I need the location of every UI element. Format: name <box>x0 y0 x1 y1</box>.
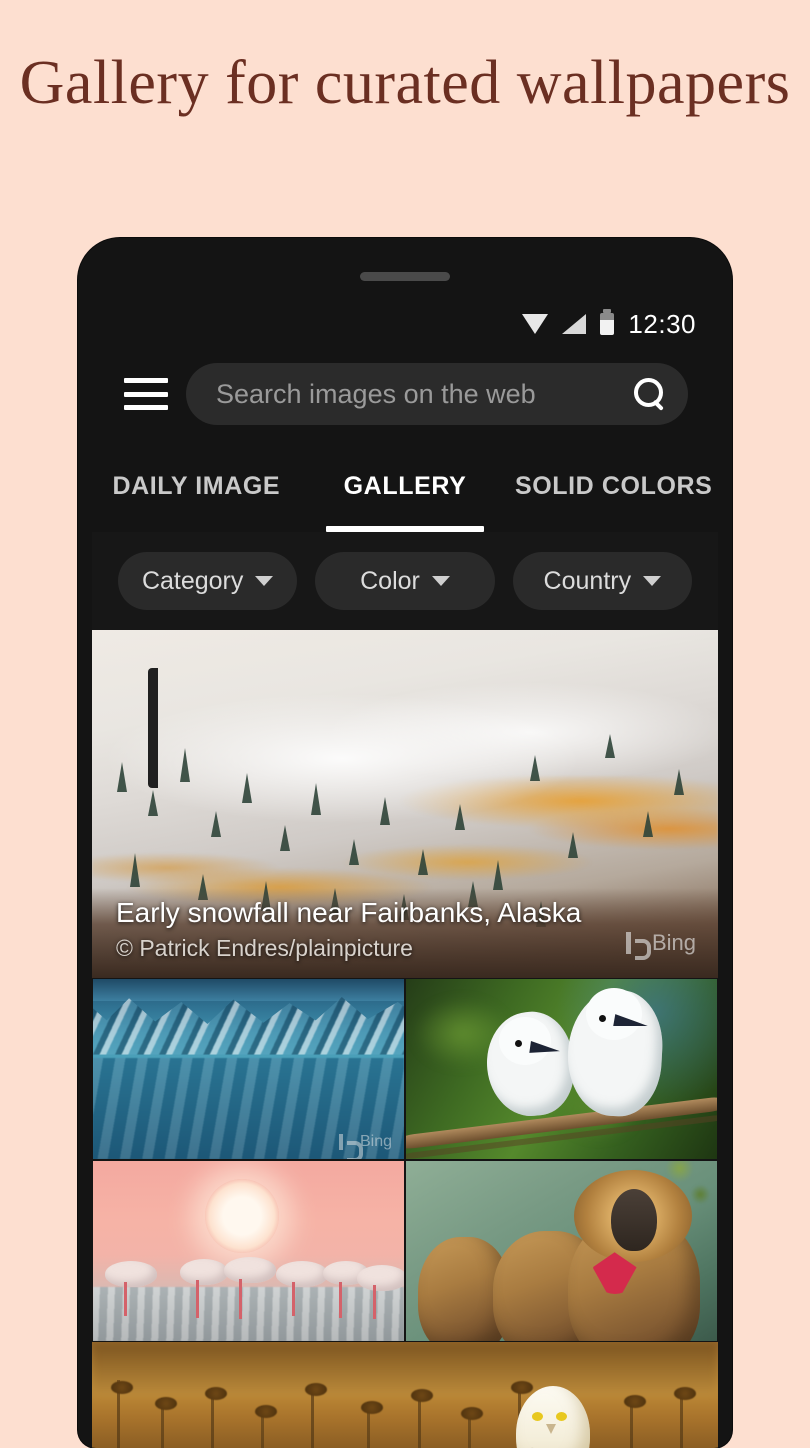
bing-watermark-label: Bing <box>651 930 696 955</box>
gallery-item-snowy-owl[interactable] <box>92 1342 718 1448</box>
earpiece-speaker <box>360 272 450 281</box>
gallery-row: Bing <box>92 978 718 1160</box>
filter-chip-country[interactable]: Country <box>512 552 692 610</box>
chip-label: Category <box>141 566 244 595</box>
hamburger-menu-icon[interactable] <box>124 378 168 410</box>
tab-solid-colors[interactable]: SOLID COLORS <box>509 440 718 532</box>
chevron-down-icon <box>255 576 274 586</box>
search-placeholder: Search images on the web <box>216 378 536 409</box>
bing-logo-icon <box>338 1134 363 1159</box>
status-bar-clock: 12:30 <box>628 308 696 339</box>
tab-gallery[interactable]: GALLERY <box>301 440 510 532</box>
owl-background-blur <box>92 1342 718 1396</box>
filter-chip-row: Category Color Country <box>92 532 718 630</box>
flamingos-image <box>93 1161 404 1341</box>
phone-mockup: 12:30 Search images on the web DAILY IMA… <box>78 238 732 1448</box>
chip-label: Country <box>543 566 632 595</box>
gallery-item-flamingos[interactable] <box>92 1160 405 1342</box>
gallery-item-glacier[interactable]: Bing <box>92 978 405 1160</box>
search-input[interactable]: Search images on the web <box>186 363 688 425</box>
app-bar: Search images on the web <box>92 348 718 440</box>
filter-chip-category[interactable]: Category <box>118 552 298 610</box>
bing-watermark: Bing <box>625 930 696 960</box>
gallery-item-geladas[interactable] <box>405 1160 718 1342</box>
hero-caption: Early snowfall near Fairbanks, Alaska © … <box>92 897 718 978</box>
status-bar: 12:30 <box>92 300 718 348</box>
battery-icon <box>600 309 615 335</box>
chip-label: Color <box>360 566 420 595</box>
gallery-row <box>92 1160 718 1342</box>
geladas-image <box>406 1161 717 1341</box>
glacier-image <box>93 979 404 1159</box>
hero-title: Early snowfall near Fairbanks, Alaska <box>116 897 582 928</box>
tab-label: SOLID COLORS <box>514 471 713 500</box>
chevron-down-icon <box>431 576 450 586</box>
search-icon[interactable] <box>632 377 666 411</box>
gallery-hero-item[interactable]: Early snowfall near Fairbanks, Alaska © … <box>92 630 718 978</box>
phone-screen: 12:30 Search images on the web DAILY IMA… <box>92 300 718 1448</box>
page-title: Gallery for curated wallpapers <box>19 49 791 117</box>
bing-watermark: Bing <box>338 1133 392 1159</box>
tab-daily-image[interactable]: DAILY IMAGE <box>92 440 301 532</box>
chevron-down-icon <box>643 576 662 586</box>
gallery-list: Early snowfall near Fairbanks, Alaska © … <box>92 630 718 1448</box>
cellular-signal-icon <box>562 314 587 334</box>
gallery-item-terns[interactable] <box>405 978 718 1160</box>
volume-button[interactable] <box>148 668 158 788</box>
wifi-icon <box>522 314 549 334</box>
bing-logo-icon <box>625 932 651 960</box>
tab-label: DAILY IMAGE <box>112 471 281 500</box>
terns-image <box>406 979 717 1159</box>
tab-label: GALLERY <box>343 471 467 500</box>
bing-watermark-label: Bing <box>359 1133 392 1150</box>
tab-bar: DAILY IMAGE GALLERY SOLID COLORS <box>92 440 718 532</box>
filter-chip-color[interactable]: Color <box>315 552 495 610</box>
